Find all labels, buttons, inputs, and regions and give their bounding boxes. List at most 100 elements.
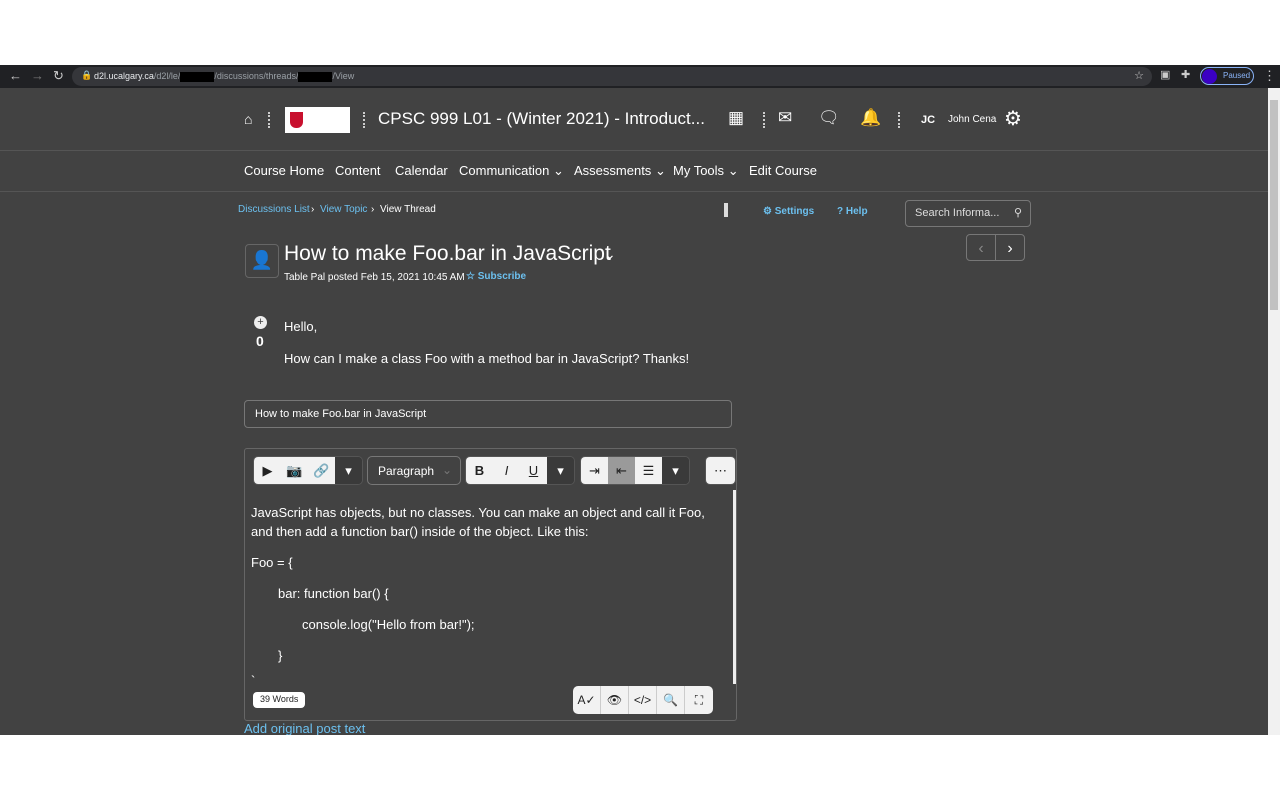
code-line: }: [278, 648, 283, 663]
divider: [268, 112, 270, 128]
menu-icon[interactable]: ⋮: [1263, 68, 1276, 84]
fullscreen-icon[interactable]: ⛶: [685, 686, 713, 714]
divider: [0, 150, 1268, 151]
nav-calendar[interactable]: Calendar: [395, 163, 448, 178]
add-original-post-text-link[interactable]: Add original post text: [244, 721, 365, 735]
camera-icon[interactable]: 📷: [281, 457, 308, 484]
grid-icon[interactable]: ▦: [728, 108, 744, 128]
page: ⌂ CPSC 999 L01 - (Winter 2021) - Introdu…: [0, 88, 1268, 735]
editor-scrollbar[interactable]: [733, 490, 736, 684]
help-icon: ?: [837, 206, 844, 217]
page-scrollbar[interactable]: [1268, 88, 1280, 735]
url-domain: d2l.ucalgary.ca: [94, 71, 154, 81]
italic-button[interactable]: I: [493, 457, 520, 484]
divider: [898, 112, 900, 128]
scrollbar-thumb[interactable]: [1270, 100, 1278, 310]
preview-icon[interactable]: 🔍: [657, 686, 685, 714]
search-icon[interactable]: ⚲: [1014, 206, 1022, 219]
nav-label: My Tools: [673, 163, 725, 178]
divider: [363, 112, 365, 128]
next-thread-button[interactable]: ›: [996, 235, 1024, 260]
gear-icon[interactable]: ⚙: [1004, 106, 1022, 131]
divider: [0, 191, 1268, 192]
chevron-down-icon: ⌄: [552, 163, 564, 178]
drag-handle[interactable]: [724, 203, 728, 217]
nav-label: Assessments: [574, 163, 652, 178]
redaction: [180, 71, 215, 82]
editor-paragraph: JavaScript has objects, but no classes. …: [251, 505, 705, 539]
post-meta: Table Pal posted Feb 15, 2021 10:45 AM: [284, 272, 465, 283]
profile-button[interactable]: Paused: [1200, 67, 1254, 85]
text-style-group: B I U ▾: [465, 456, 575, 485]
user-name[interactable]: John Cena: [948, 114, 996, 125]
breadcrumb-view-topic[interactable]: View Topic: [320, 204, 367, 215]
indent-icon[interactable]: ⇥: [581, 457, 608, 484]
video-icon[interactable]: ▶: [254, 457, 281, 484]
outdent-icon[interactable]: ⇤: [608, 457, 635, 484]
user-initials[interactable]: JC: [921, 114, 935, 126]
nav-course-home[interactable]: Course Home: [244, 163, 324, 178]
accessibility-check-icon[interactable]: 👁: [601, 686, 629, 714]
help-link[interactable]: ? Help: [837, 206, 868, 217]
home-icon[interactable]: ⌂: [244, 111, 252, 127]
reply-subject-input[interactable]: How to make Foo.bar in JavaScript: [244, 400, 732, 428]
breadcrumb-discussions-list[interactable]: Discussions List: [238, 204, 310, 215]
spellcheck-icon[interactable]: A✓: [573, 686, 601, 714]
nav-content[interactable]: Content: [335, 163, 381, 178]
upvote-button[interactable]: +: [254, 316, 267, 329]
bullet-list-icon[interactable]: ☰: [635, 457, 662, 484]
format-select[interactable]: Paragraph ⌄: [367, 456, 461, 485]
mail-icon[interactable]: ✉: [778, 108, 792, 128]
course-title[interactable]: CPSC 999 L01 - (Winter 2021) - Introduct…: [378, 109, 705, 129]
word-count: 39 Words: [253, 692, 306, 708]
list-group: ⇥ ⇤ ☰ ▾: [580, 456, 690, 485]
format-select-value: Paragraph: [378, 464, 435, 478]
extension-icon[interactable]: ▣: [1160, 68, 1170, 81]
forward-icon[interactable]: →: [31, 68, 44, 83]
crest-icon: [290, 112, 303, 128]
search-input[interactable]: Search Informa... ⚲: [905, 200, 1031, 227]
thread-title: How to make Foo.bar in JavaScript: [284, 242, 611, 265]
puzzle-icon[interactable]: ✚: [1181, 68, 1190, 81]
subscribe-link[interactable]: ☆ Subscribe: [466, 271, 526, 282]
more-actions-group: ⋯: [705, 456, 736, 485]
back-icon[interactable]: ←: [9, 68, 22, 83]
nav-edit-course[interactable]: Edit Course: [749, 163, 817, 178]
address-bar[interactable]: 🔒 d2l.ucalgary.ca/d2l/le/ /discussions/th…: [72, 67, 1152, 86]
browser-toolbar: ← → ↻ 🔒 d2l.ucalgary.ca/d2l/le/ /discussi…: [0, 65, 1280, 88]
underline-button[interactable]: U: [520, 457, 547, 484]
insert-toolbar-group: ▶ 📷 🔗 ▾: [253, 456, 363, 485]
profile-status: Paused: [1223, 71, 1251, 80]
breadcrumb-separator: ›: [311, 204, 315, 215]
nav-communication[interactable]: Communication ⌄: [459, 163, 564, 179]
editor-bottom-toolbar: A✓ 👁 </> 🔍 ⛶: [573, 686, 713, 714]
nav-my-tools[interactable]: My Tools ⌄: [673, 163, 739, 179]
breadcrumb-current: View Thread: [380, 204, 436, 215]
bookmark-star-icon[interactable]: ☆: [1134, 69, 1144, 82]
more-list-dropdown[interactable]: ▾: [662, 457, 689, 484]
previous-thread-button[interactable]: ‹: [967, 235, 996, 260]
bell-icon[interactable]: 🔔: [860, 108, 881, 128]
bold-button[interactable]: B: [466, 457, 493, 484]
redaction: [298, 71, 333, 82]
chevron-down-icon[interactable]: ⌄: [604, 246, 616, 263]
star-icon: ☆: [466, 271, 475, 282]
link-icon[interactable]: 🔗: [308, 457, 335, 484]
subscribe-label: Subscribe: [477, 271, 527, 282]
chevron-down-icon: ⌄: [727, 163, 739, 178]
editor-content[interactable]: JavaScript has objects, but no classes. …: [251, 503, 729, 702]
url-path: /d2l/le/: [153, 71, 181, 81]
settings-link[interactable]: ⚙ Settings: [763, 206, 814, 217]
chat-icon[interactable]: 🗨: [818, 108, 840, 128]
nav-assessments[interactable]: Assessments ⌄: [574, 163, 666, 179]
post-body-greeting: Hello,: [284, 319, 318, 334]
more-insert-dropdown[interactable]: ▾: [335, 457, 362, 484]
code-line: console.log("Hello from bar!");: [302, 617, 475, 632]
url-path: /View: [332, 71, 355, 81]
reload-icon[interactable]: ↻: [53, 68, 64, 84]
search-placeholder: Search Informa...: [915, 207, 1000, 219]
more-formatting-dropdown[interactable]: ▾: [547, 457, 574, 484]
source-code-icon[interactable]: </>: [629, 686, 657, 714]
university-logo[interactable]: [285, 107, 350, 133]
more-actions-button[interactable]: ⋯: [706, 457, 735, 484]
